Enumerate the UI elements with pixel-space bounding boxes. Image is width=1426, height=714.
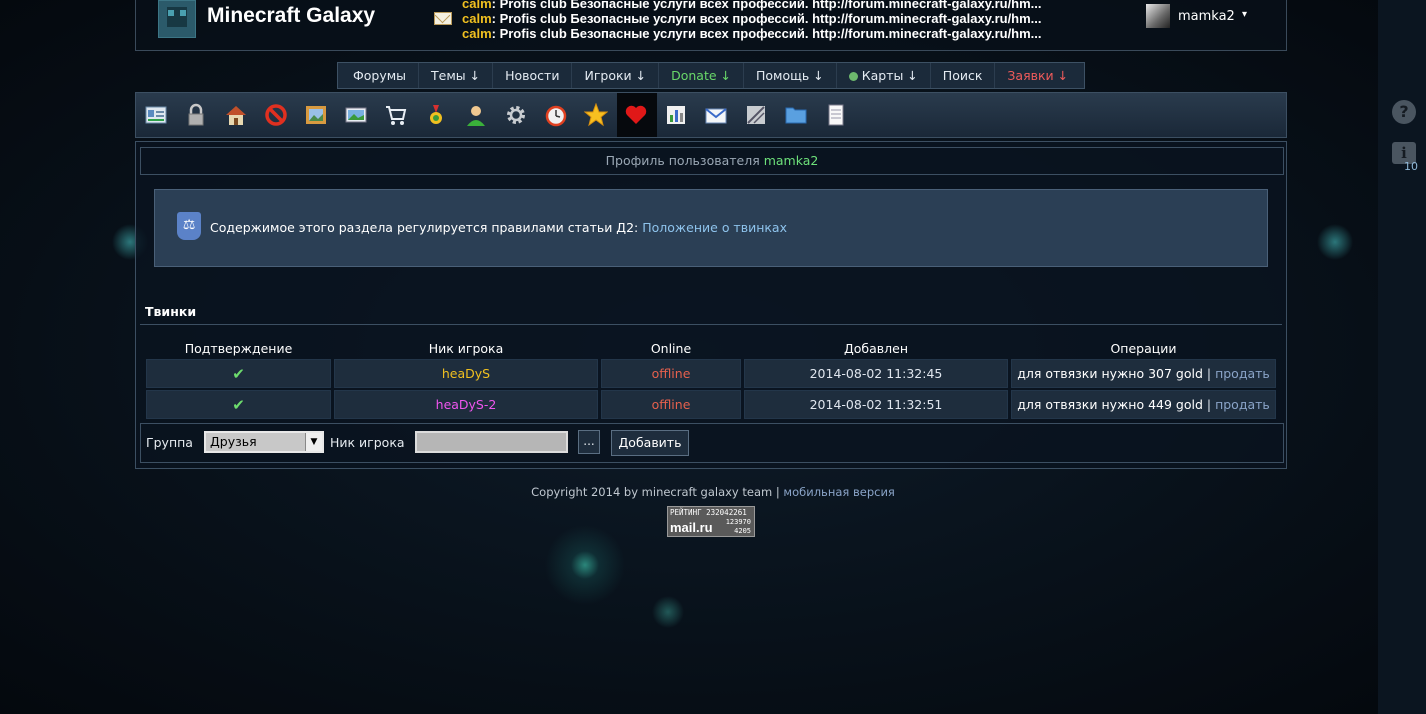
footer: Copyright 2014 by minecraft galaxy team … — [0, 485, 1426, 499]
confirmed-cell: ✔ — [146, 390, 331, 419]
nav-donate[interactable]: Donate ↓ — [659, 63, 744, 88]
add-button[interactable]: Добавить — [611, 430, 689, 456]
page-title: Профиль пользователя mamka2 — [140, 147, 1284, 175]
status-badge: offline — [651, 366, 691, 381]
nav-topics[interactable]: Темы ↓ — [419, 63, 494, 88]
chevron-down-icon[interactable]: ▼ — [305, 433, 322, 451]
main-nav: Форумы Темы ↓ Новости Игроки ↓ Donate ↓ … — [337, 62, 1085, 89]
home-icon[interactable] — [224, 103, 248, 127]
col-operations: Операции — [1110, 340, 1177, 356]
profile-card-icon[interactable] — [144, 103, 168, 127]
nick-cell: heaDyS-2 — [334, 390, 598, 419]
nav-players[interactable]: Игроки ↓ — [572, 63, 660, 88]
help-icon[interactable]: ? — [1392, 100, 1416, 124]
nav-news[interactable]: Новости — [493, 63, 573, 88]
player-nick-link[interactable]: heaDyS-2 — [436, 397, 497, 412]
site-title[interactable]: Minecraft Galaxy — [207, 4, 375, 28]
profile-content: Профиль пользователя mamka2 ⚖ Содержимое… — [135, 141, 1287, 469]
star-icon[interactable] — [584, 103, 608, 127]
medal-icon[interactable] — [424, 103, 448, 127]
nick-cell: heaDyS — [334, 359, 598, 388]
copyright-text: Copyright 2014 by minecraft galaxy team … — [531, 485, 784, 499]
avatar[interactable] — [1146, 4, 1170, 28]
notepad-icon[interactable] — [824, 103, 848, 127]
mail-icon[interactable] — [434, 12, 452, 25]
col-online: Online — [650, 340, 692, 356]
online-cell: offline — [601, 390, 741, 419]
rules-notice: ⚖ Содержимое этого раздела регулируется … — [154, 189, 1268, 267]
nav-help[interactable]: Помощь ↓ — [744, 63, 837, 88]
table-header: Подтверждение Ник игрока Online Добавлен… — [146, 339, 1276, 357]
profile-toolbar — [135, 92, 1287, 138]
username[interactable]: mamka2 — [1178, 9, 1235, 24]
nav-maps[interactable]: Карты ↓ — [837, 63, 931, 88]
twinks-table: Подтверждение Ник игрока Online Добавлен… — [143, 337, 1279, 421]
player-nick-link[interactable]: heaDyS — [442, 366, 490, 381]
cart-icon[interactable] — [384, 103, 408, 127]
col-added: Добавлен — [843, 340, 908, 356]
unbind-cost-text: для отвязки нужно 449 gold — [1017, 397, 1203, 412]
ruler-icon[interactable] — [744, 103, 768, 127]
ops-cell: для отвязки нужно 449 gold | продать — [1011, 390, 1276, 419]
twinks-title: Твинки — [145, 304, 197, 319]
heart-icon[interactable] — [624, 103, 648, 127]
divider — [140, 324, 1282, 325]
site-logo[interactable] — [158, 0, 196, 38]
col-confirmation: Подтверждение — [184, 340, 293, 356]
sell-link[interactable]: продать — [1215, 366, 1270, 381]
ops-cell: для отвязки нужно 307 gold | продать — [1011, 359, 1276, 388]
scales-icon: ⚖ — [177, 212, 201, 240]
mail-icon[interactable] — [704, 103, 728, 127]
online-cell: offline — [601, 359, 741, 388]
nav-requests[interactable]: Заявки ↓ — [995, 63, 1080, 88]
mobile-version-link[interactable]: мобильная версия — [783, 485, 894, 499]
user-icon[interactable] — [464, 103, 488, 127]
table-row: ✔ heaDyS-2 offline 2014-08-02 11:32:51 д… — [146, 390, 1276, 419]
lock-icon[interactable] — [184, 103, 208, 127]
added-cell: 2014-08-02 11:32:51 — [744, 390, 1008, 419]
site-header: Minecraft Galaxy calm: Profis club Безоп… — [135, 0, 1287, 51]
confirmed-cell: ✔ — [146, 359, 331, 388]
group-select[interactable]: Друзья ▼ — [204, 431, 324, 453]
chevron-down-icon[interactable]: ▾ — [1242, 9, 1247, 20]
added-cell: 2014-08-02 11:32:45 — [744, 359, 1008, 388]
alarm-clock-icon[interactable] — [544, 103, 568, 127]
globe-icon — [848, 72, 858, 81]
sell-link[interactable]: продать — [1215, 397, 1270, 412]
group-label: Группа — [146, 435, 193, 450]
nav-forums[interactable]: Форумы — [338, 63, 420, 88]
col-nick: Ник игрока — [428, 340, 504, 356]
add-twink-form: Группа Друзья ▼ Ник игрока ... Добавить — [140, 423, 1284, 463]
nick-label: Ник игрока — [330, 435, 405, 450]
status-badge: offline — [651, 397, 691, 412]
ban-icon[interactable] — [264, 103, 288, 127]
check-icon: ✔ — [232, 364, 245, 383]
news-item[interactable]: calm: Profis club Безопасные услуги всех… — [462, 26, 1082, 41]
unbind-cost-text: для отвязки нужно 307 gold — [1017, 366, 1203, 381]
profile-username[interactable]: mamka2 — [764, 153, 819, 168]
news-ticker: calm: Profis club Безопасные услуги всех… — [462, 0, 1082, 41]
folder-icon[interactable] — [784, 103, 808, 127]
notice-text: Содержимое этого раздела регулируется пр… — [210, 220, 787, 235]
landscape-icon[interactable] — [344, 103, 368, 127]
news-item[interactable]: calm: Profis club Безопасные услуги всех… — [462, 0, 1082, 11]
check-icon: ✔ — [232, 395, 245, 414]
browse-button[interactable]: ... — [578, 430, 600, 454]
rules-link[interactable]: Положение о твинках — [642, 220, 787, 235]
news-item[interactable]: calm: Profis club Безопасные услуги всех… — [462, 11, 1082, 26]
picture-frame-icon[interactable] — [304, 103, 328, 127]
nick-input[interactable] — [415, 431, 568, 453]
gear-icon[interactable] — [504, 103, 528, 127]
table-row: ✔ heaDyS offline 2014-08-02 11:32:45 для… — [146, 359, 1276, 388]
info-count-badge: 10 — [1404, 160, 1418, 173]
bar-chart-icon[interactable] — [664, 103, 688, 127]
nav-search[interactable]: Поиск — [931, 63, 996, 88]
rating-counter[interactable]: РЕЙТИНГ 232042261 mail.ru 123970 4205 — [667, 506, 755, 537]
